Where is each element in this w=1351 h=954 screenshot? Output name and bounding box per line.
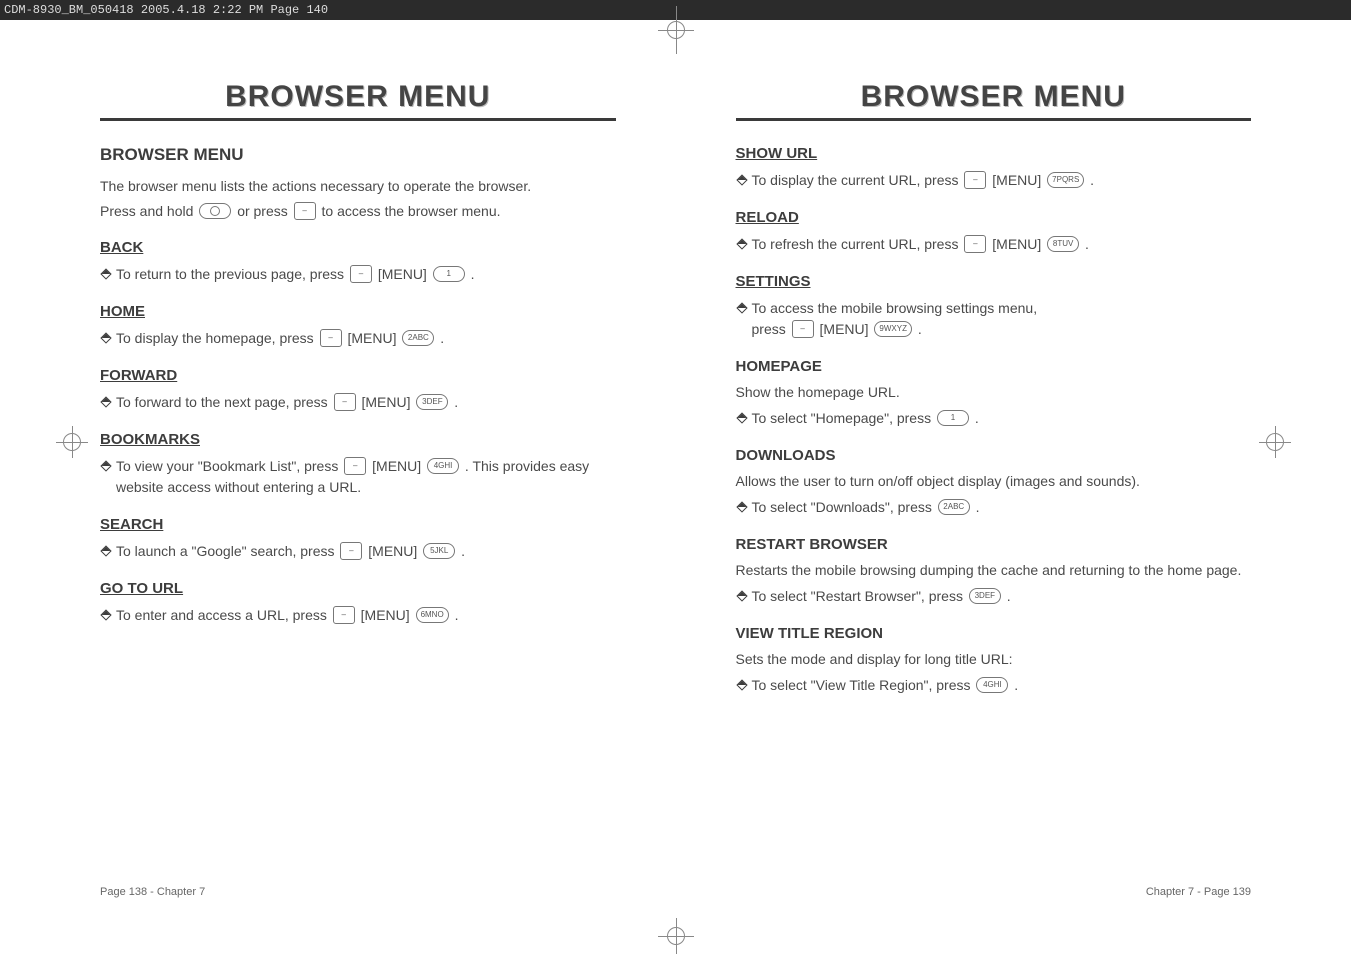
bullet-icon <box>736 412 747 423</box>
page-title: BROWSER MENU <box>100 80 616 114</box>
key-4-icon: 4GHI <box>976 677 1008 693</box>
viewtitle-heading: VIEW TITLE REGION <box>736 625 1252 642</box>
restart-desc: Restarts the mobile browsing dumping the… <box>736 561 1252 580</box>
title-rule <box>100 118 616 121</box>
softkey-icon: – <box>320 329 342 347</box>
softkey-icon: – <box>333 606 355 624</box>
crop-mark-left-icon <box>60 430 84 454</box>
page-left: BROWSER MENU BROWSER MENU The browser me… <box>100 80 676 900</box>
search-heading: SEARCH <box>100 516 616 533</box>
forward-bullet: To forward to the next page, press – [ME… <box>102 392 616 413</box>
title-rule <box>736 118 1252 121</box>
crop-mark-top-icon <box>658 6 694 54</box>
key-7-icon: 7PQRS <box>1047 172 1084 188</box>
bullet-icon <box>100 461 111 472</box>
section-heading: BROWSER MENU <box>100 145 616 165</box>
page-right: BROWSER MENU SHOW URL To display the cur… <box>676 80 1252 900</box>
bullet-icon <box>736 238 747 249</box>
homepage-heading: HOMEPAGE <box>736 358 1252 375</box>
softkey-icon: – <box>964 171 986 189</box>
crop-mark-bottom-icon <box>658 918 694 954</box>
home-heading: HOME <box>100 303 616 320</box>
homepage-bullet: To select "Homepage", press 1 . <box>738 408 1252 429</box>
page-title: BROWSER MENU <box>736 80 1252 114</box>
bullet-icon <box>100 397 111 408</box>
bookmarks-heading: BOOKMARKS <box>100 431 616 448</box>
settings-bullet: To access the mobile browsing settings m… <box>738 298 1252 340</box>
showurl-bullet: To display the current URL, press – [MEN… <box>738 170 1252 191</box>
softkey-icon: – <box>350 265 372 283</box>
softkey-icon: – <box>340 542 362 560</box>
softkey-icon: – <box>344 457 366 475</box>
footer-left: Page 138 - Chapter 7 <box>100 886 205 898</box>
reload-bullet: To refresh the current URL, press – [MEN… <box>738 234 1252 255</box>
downloads-bullet: To select "Downloads", press 2ABC . <box>738 497 1252 518</box>
bullet-icon <box>100 333 111 344</box>
ok-key-icon <box>199 203 231 219</box>
viewtitle-bullet: To select "View Title Region", press 4GH… <box>738 675 1252 696</box>
softkey-icon: – <box>334 393 356 411</box>
settings-heading: SETTINGS <box>736 273 1252 290</box>
key-1-icon: 1 <box>937 410 969 426</box>
bullet-icon <box>100 269 111 280</box>
forward-heading: FORWARD <box>100 367 616 384</box>
intro-text-1: The browser menu lists the actions neces… <box>100 177 616 196</box>
softkey-icon: – <box>294 202 316 220</box>
gotourl-bullet: To enter and access a URL, press – [MENU… <box>102 605 616 626</box>
back-heading: BACK <box>100 239 616 256</box>
bullet-icon <box>736 302 747 313</box>
intro-text-2: Press and hold or press – to access the … <box>100 202 616 221</box>
bookmarks-bullet: To view your "Bookmark List", press – [M… <box>102 456 616 498</box>
showurl-heading: SHOW URL <box>736 145 1252 162</box>
bullet-icon <box>736 174 747 185</box>
bullet-icon <box>736 501 747 512</box>
key-3-icon: 3DEF <box>416 394 448 410</box>
restart-heading: RESTART BROWSER <box>736 536 1252 553</box>
viewtitle-desc: Sets the mode and display for long title… <box>736 650 1252 669</box>
key-2-icon: 2ABC <box>938 499 970 515</box>
back-bullet: To return to the previous page, press – … <box>102 264 616 285</box>
bullet-icon <box>736 679 747 690</box>
home-bullet: To display the homepage, press – [MENU] … <box>102 328 616 349</box>
homepage-desc: Show the homepage URL. <box>736 383 1252 402</box>
key-5-icon: 5JKL <box>423 543 455 559</box>
softkey-icon: – <box>964 235 986 253</box>
reload-heading: RELOAD <box>736 209 1252 226</box>
bullet-icon <box>100 610 111 621</box>
softkey-icon: – <box>792 320 814 338</box>
key-8-icon: 8TUV <box>1047 236 1079 252</box>
restart-bullet: To select "Restart Browser", press 3DEF … <box>738 586 1252 607</box>
bullet-icon <box>100 546 111 557</box>
page-spread: BROWSER MENU BROWSER MENU The browser me… <box>0 20 1351 900</box>
imposition-text: CDM-8930_BM_050418 2005.4.18 2:22 PM Pag… <box>4 3 328 17</box>
downloads-desc: Allows the user to turn on/off object di… <box>736 472 1252 491</box>
crop-mark-right-icon <box>1263 430 1287 454</box>
key-3-icon: 3DEF <box>969 588 1001 604</box>
key-9-icon: 9WXYZ <box>874 321 912 337</box>
key-2-icon: 2ABC <box>402 330 434 346</box>
key-4-icon: 4GHI <box>427 458 459 474</box>
downloads-heading: DOWNLOADS <box>736 447 1252 464</box>
gotourl-heading: GO TO URL <box>100 580 616 597</box>
bullet-icon <box>736 590 747 601</box>
key-6-icon: 6MNO <box>416 607 449 623</box>
key-1-icon: 1 <box>433 266 465 282</box>
footer-right: Chapter 7 - Page 139 <box>1146 886 1251 898</box>
search-bullet: To launch a "Google" search, press – [ME… <box>102 541 616 562</box>
